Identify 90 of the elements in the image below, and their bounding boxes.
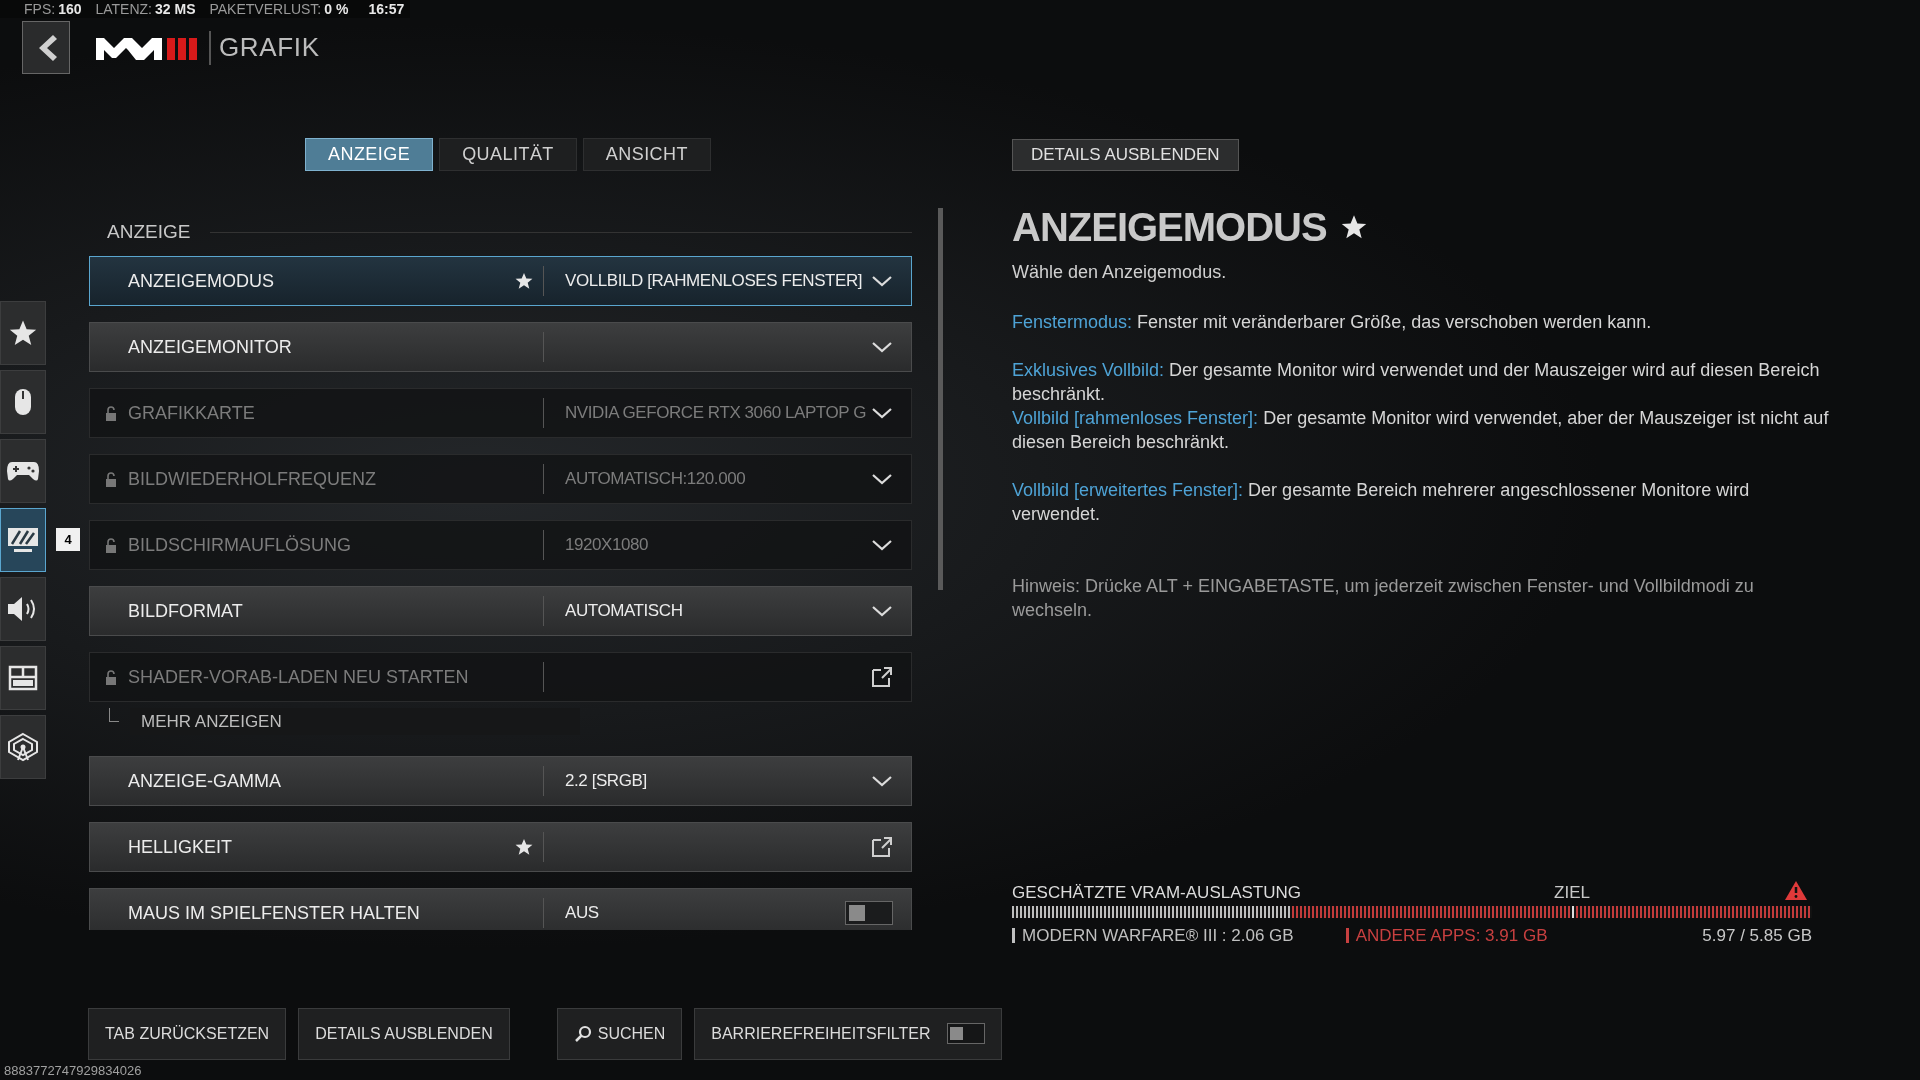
target-label: ZIEL: [1554, 882, 1590, 904]
star-icon: [9, 319, 37, 347]
stat-label: FPS:: [24, 0, 56, 19]
tab[interactable]: QUALITÄT: [439, 138, 577, 171]
setting-row[interactable]: ANZEIGE-GAMMA 2.2 [SRGB]: [89, 756, 912, 806]
count-badge: 4: [56, 528, 80, 551]
external-link-icon: [871, 836, 893, 858]
mouse-icon: [13, 387, 33, 417]
setting-value: VOLLBILD [RAHMENLOSES FENSTER]: [565, 270, 863, 293]
setting-row[interactable]: GRAFIKKARTE NVIDIA GEFORCE RTX 3060 LAPTOP G: [89, 388, 912, 438]
setting-label: ANZEIGE-GAMMA: [128, 769, 281, 793]
stat-label: PAKETVERLUST:: [209, 0, 322, 19]
clock: 16:57: [368, 0, 405, 19]
vram-legend: ANDERE APPS: 3.91 GB: [1355, 923, 1548, 949]
toggle-switch[interactable]: [946, 1023, 985, 1044]
chevron-down-icon: [871, 538, 893, 552]
details-title: ANZEIGEMODUS: [1012, 204, 1327, 251]
definition-text: Exklusives Vollbild: Der gesamte Monitor wird verwendet und der Mauszeiger wird auf diesen Bereich beschränkt.: [1012, 359, 1821, 406]
chevron-down-icon: [871, 774, 893, 788]
setting-value: AUTOMATISCH: [565, 600, 683, 623]
setting-label: GRAFIKKARTE: [128, 401, 255, 425]
setting-row[interactable]: SHADER-VORAB-LADEN NEU STARTEN: [89, 652, 912, 702]
setting-row[interactable]: ANZEIGEMONITOR: [89, 322, 912, 372]
chevron-down-icon: [871, 472, 893, 486]
network-icon: [6, 732, 40, 762]
gamepad-icon: [6, 459, 40, 483]
tab[interactable]: ANZEIGE: [305, 138, 434, 171]
footer-button[interactable]: BARRIEREFREIHEITSFILTER: [694, 1007, 1002, 1060]
setting-label: ANZEIGEMONITOR: [128, 335, 292, 359]
sidebar-tab[interactable]: [0, 439, 46, 503]
vram-title: GESCHÄTZTE VRAM-AUSLASTUNG: [1012, 882, 1302, 904]
layout-icon: [8, 665, 38, 691]
lock-icon: [105, 537, 117, 553]
vram-total: 5.97 / 5.85 GB: [1702, 925, 1812, 947]
setting-value: 1920X1080: [565, 534, 649, 557]
setting-label: BILDFORMAT: [128, 599, 243, 623]
sidebar-tab[interactable]: [0, 508, 46, 572]
definition-text: Vollbild [erweitertes Fenster]: Der gesamte Bereich mehrerer angeschlossener Monitore wird verwendet.: [1012, 479, 1751, 526]
setting-label: BILDSCHIRMAUFLÖSUNG: [128, 533, 352, 557]
chevron-down-icon: [871, 406, 893, 420]
lock-icon: [105, 669, 117, 685]
setting-value: AUTOMATISCH:120.000: [565, 468, 746, 491]
setting-label: BILDWIEDERHOLFREQUENZ: [128, 467, 377, 491]
sidebar-tab[interactable]: [0, 646, 46, 710]
hide-details-button[interactable]: DETAILS AUSBLENDEN: [1012, 139, 1239, 171]
sidebar-tab[interactable]: [0, 715, 46, 779]
setting-label: HELLIGKEIT: [128, 835, 233, 859]
setting-row[interactable]: ANZEIGEMODUS VOLLBILD [RAHMENLOSES FENSTER]: [89, 256, 912, 306]
setting-value: 2.2 [SRGB]: [565, 770, 647, 793]
stat-value: 32 MS: [155, 0, 196, 19]
chevron-down-icon: [871, 340, 893, 354]
setting-label: ANZEIGEMODUS: [128, 269, 274, 293]
definition-text: Vollbild [rahmenloses Fenster]: Der gesamte Monitor wird verwendet, aber der Mauszeiger ist nicht auf diesen Bereich beschränkt.: [1012, 407, 1830, 454]
logo-icon: [96, 35, 198, 60]
stat-label: LATENZ:: [95, 0, 152, 19]
footer-button[interactable]: SUCHEN: [556, 1007, 683, 1060]
back-button[interactable]: [22, 21, 70, 74]
search-icon: [573, 1024, 592, 1043]
footer-button[interactable]: TAB ZURÜCKSETZEN: [88, 1007, 287, 1060]
display-icon: [6, 526, 40, 554]
chevron-down-icon: [871, 274, 893, 288]
sidebar-tab[interactable]: [0, 301, 46, 365]
lock-icon: [105, 471, 117, 487]
definition-text: Fenstermodus: Fenster mit veränderbarer Größe, das verschoben werden kann.: [1012, 311, 1653, 334]
details-intro: Wähle den Anzeigemodus.: [1012, 261, 1227, 284]
stat-value: 0 %: [324, 0, 349, 19]
setting-value: NVIDIA GEFORCE RTX 3060 LAPTOP G: [565, 402, 867, 425]
stat-value: 160: [58, 0, 82, 19]
chevron-down-icon: [871, 604, 893, 618]
scrollbar[interactable]: [938, 208, 943, 590]
setting-row[interactable]: BILDFORMAT AUTOMATISCH: [89, 586, 912, 636]
setting-label: SHADER-VORAB-LADEN NEU STARTEN: [128, 665, 469, 689]
section-heading: ANZEIGE: [107, 219, 191, 244]
hint-text: Hinweis: Drücke ALT + EINGABETASTE, um jederzeit zwischen Fenster- und Vollbildmodi zu wechseln.: [1012, 575, 1755, 622]
sidebar-tab[interactable]: [0, 577, 46, 641]
build-id: 8883772747929834026: [4, 1061, 142, 1080]
lock-icon: [105, 405, 117, 421]
setting-row[interactable]: BILDWIEDERHOLFREQUENZ AUTOMATISCH:120.000: [89, 454, 912, 504]
setting-label: MAUS IM SPIELFENSTER HALTEN: [128, 901, 420, 925]
setting-row[interactable]: HELLIGKEIT: [89, 822, 912, 872]
external-link-icon: [871, 666, 893, 688]
setting-row[interactable]: MAUS IM SPIELFENSTER HALTEN AUS: [89, 888, 912, 930]
vram-legend: MODERN WARFARE® III : 2.06 GB: [1022, 923, 1294, 949]
page-title: GRAFIK: [219, 31, 320, 64]
setting-value: AUS: [565, 902, 599, 925]
tab[interactable]: ANSICHT: [582, 138, 711, 171]
footer-button[interactable]: DETAILS AUSBLENDEN: [298, 1007, 510, 1060]
setting-row[interactable]: BILDSCHIRMAUFLÖSUNG 1920X1080: [89, 520, 912, 570]
sidebar-tab[interactable]: [0, 370, 46, 434]
toggle-switch[interactable]: [845, 901, 893, 925]
